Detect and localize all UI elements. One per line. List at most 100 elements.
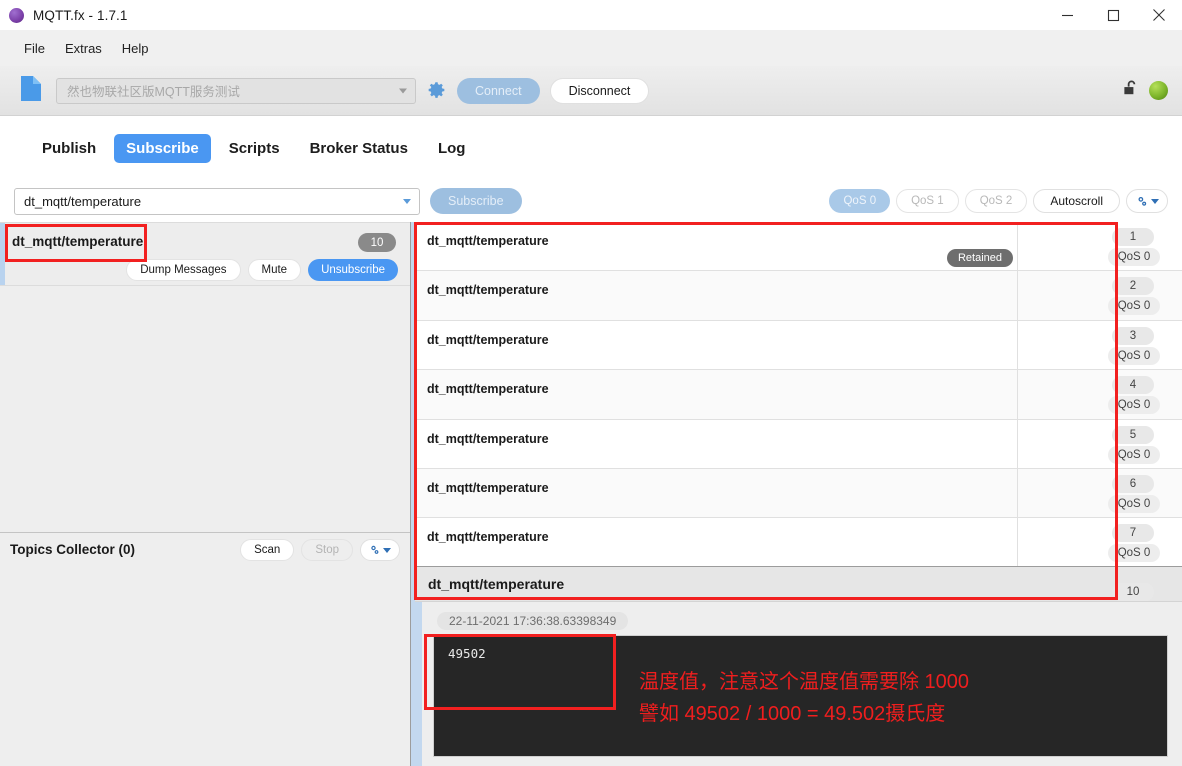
message-qos-badge: QoS 0 — [1108, 396, 1160, 415]
topics-collector-options-button[interactable] — [360, 539, 400, 561]
message-qos-badge: QoS 0 — [1108, 297, 1160, 316]
close-icon[interactable] — [1136, 0, 1182, 30]
table-row[interactable]: dt_mqtt/temperature 3 QoS 0 — [415, 320, 1182, 371]
broker-profile-value: 然也物联社区版MQTT服务测试 — [67, 85, 240, 99]
topics-collector-title: Topics Collector (0) — [10, 542, 136, 557]
message-qos-badge: QoS 0 — [1108, 544, 1160, 563]
selection-indicator — [0, 223, 5, 285]
chevron-down-icon — [1150, 198, 1159, 204]
message-qos-badge: QoS 0 — [1108, 494, 1160, 513]
gear-icon[interactable] — [427, 81, 446, 100]
message-number-badge: 4 — [1112, 376, 1154, 395]
qos-1-button[interactable]: QoS 1 — [896, 189, 959, 213]
table-row[interactable]: dt_mqtt/temperature 5 QoS 0 — [415, 419, 1182, 469]
message-meta: 7 QoS 0 — [1017, 518, 1182, 566]
mqttfx-window: MQTT.fx - 1.7.1 File Extras Help 然也物联社区版… — [0, 0, 1182, 766]
table-row[interactable]: dt_mqtt/temperature 7 QoS 0 — [415, 518, 1182, 566]
detail-scrollbar[interactable] — [415, 602, 422, 766]
message-topic: dt_mqtt/temperature — [427, 283, 549, 298]
connection-status-dot — [1149, 81, 1168, 100]
message-detail-pane: 22-11-2021 17:36:38.63398349 49502 温度值，注… — [415, 602, 1182, 766]
subscription-item[interactable]: dt_mqtt/temperature 10 Dump Messages Mut… — [0, 223, 410, 286]
connection-status-group — [1122, 79, 1168, 103]
retained-badge: Retained — [946, 249, 1013, 267]
splitter-line — [410, 222, 411, 766]
menu-item-help[interactable]: Help — [112, 38, 159, 59]
table-row[interactable]: dt_mqtt/temperature 4 QoS 0 — [415, 370, 1182, 420]
dump-messages-button[interactable]: Dump Messages — [126, 259, 241, 281]
timestamp-badge: 22-11-2021 17:36:38.63398349 — [437, 612, 629, 630]
tab-scripts[interactable]: Scripts — [217, 134, 292, 163]
title-bar: MQTT.fx - 1.7.1 — [0, 0, 1182, 30]
qos-0-button[interactable]: QoS 0 — [829, 189, 891, 213]
message-topic: dt_mqtt/temperature — [427, 382, 549, 397]
message-number-badge: 7 — [1112, 524, 1154, 543]
qos-2-button[interactable]: QoS 2 — [964, 189, 1028, 213]
selected-message-topic: dt_mqtt/temperature — [428, 576, 565, 592]
menu-bar: File Extras Help — [0, 30, 1182, 66]
message-number-badge: 2 — [1112, 277, 1154, 296]
message-qos-badge: QoS 0 — [1108, 346, 1160, 365]
message-topic: dt_mqtt/temperature — [427, 234, 549, 248]
autoscroll-button[interactable]: Autoscroll — [1033, 189, 1120, 213]
unsubscribe-button[interactable]: Unsubscribe — [308, 259, 398, 281]
payload-value: 49502 — [448, 646, 486, 661]
subscribe-toolbar: dt_mqtt/temperature Subscribe QoS 0 QoS … — [0, 180, 1182, 222]
window-title: MQTT.fx - 1.7.1 — [33, 7, 128, 23]
message-qos-badge: QoS 0 — [1108, 248, 1160, 266]
message-meta: 4 QoS 0 — [1017, 370, 1182, 419]
message-number-badge: 3 — [1112, 326, 1154, 345]
qos-controls: QoS 0 QoS 1 QoS 2 Autoscroll — [829, 189, 1168, 213]
tab-log[interactable]: Log — [426, 134, 478, 163]
table-row[interactable]: dt_mqtt/temperature Retained 1 QoS 0 — [415, 222, 1182, 272]
table-row[interactable]: dt_mqtt/temperature 2 QoS 0 — [415, 271, 1182, 321]
message-topic: dt_mqtt/temperature — [427, 480, 549, 495]
message-meta: 5 QoS 0 — [1017, 419, 1182, 468]
selected-message-row[interactable]: dt_mqtt/temperature 10 QoS 0 — [415, 566, 1182, 621]
table-row[interactable]: dt_mqtt/temperature 6 QoS 0 — [415, 468, 1182, 519]
annotation-note: 温度值，注意这个温度值需要除 1000 譬如 49502 / 1000 = 49… — [639, 671, 970, 725]
message-meta: 3 QoS 0 — [1017, 320, 1182, 370]
subscription-count-badge: 10 — [358, 233, 396, 252]
maximize-icon[interactable] — [1090, 0, 1136, 30]
subscribe-options-button[interactable] — [1126, 189, 1168, 213]
messages-list[interactable]: dt_mqtt/temperature Retained 1 QoS 0 dt_… — [415, 222, 1182, 566]
scan-button[interactable]: Scan — [240, 539, 295, 561]
payload-viewer[interactable]: 49502 温度值，注意这个温度值需要除 1000 譬如 49502 / 100… — [433, 635, 1168, 757]
tab-publish[interactable]: Publish — [30, 134, 108, 163]
connect-button[interactable]: Connect — [457, 77, 540, 104]
message-meta: 2 QoS 0 — [1017, 271, 1182, 320]
minimize-icon[interactable] — [1044, 0, 1090, 30]
chevron-down-icon — [383, 547, 391, 553]
message-topic: dt_mqtt/temperature — [427, 332, 549, 347]
message-meta: 6 QoS 0 — [1017, 468, 1182, 518]
subscriptions-panel: dt_mqtt/temperature 10 Dump Messages Mut… — [0, 222, 410, 766]
disconnect-button[interactable]: Disconnect — [549, 77, 650, 104]
message-topic: dt_mqtt/temperature — [427, 530, 549, 545]
selected-message-meta: 10 QoS 0 — [1017, 567, 1182, 621]
subscribe-button[interactable]: Subscribe — [430, 188, 522, 214]
chevron-down-icon — [399, 88, 407, 93]
broker-profile-select[interactable]: 然也物联社区版MQTT服务测试 — [56, 77, 416, 104]
selected-message-number-badge: 10 — [1112, 583, 1154, 601]
tab-broker-status[interactable]: Broker Status — [298, 134, 420, 163]
unlocked-padlock-icon[interactable] — [1122, 79, 1141, 103]
tab-subscribe[interactable]: Subscribe — [114, 134, 211, 163]
stop-button[interactable]: Stop — [301, 539, 353, 561]
chevron-down-icon — [403, 198, 411, 204]
file-icon[interactable] — [20, 75, 42, 107]
menu-item-file[interactable]: File — [14, 38, 55, 59]
mqttfx-logo-icon — [9, 7, 24, 23]
menu-item-extras[interactable]: Extras — [55, 38, 112, 59]
message-number-badge: 1 — [1112, 228, 1154, 246]
subscription-topic: dt_mqtt/temperature — [12, 234, 144, 249]
topic-dropdown-button[interactable] — [395, 189, 419, 214]
topic-input[interactable]: dt_mqtt/temperature — [14, 187, 420, 215]
subscription-actions: Dump Messages Mute Unsubscribe — [126, 259, 398, 281]
message-number-badge: 5 — [1112, 425, 1154, 444]
topic-input-value: dt_mqtt/temperature — [24, 193, 142, 209]
topics-collector-panel: Topics Collector (0) Scan Stop — [0, 532, 410, 766]
mute-button[interactable]: Mute — [247, 259, 302, 281]
message-qos-badge: QoS 0 — [1108, 445, 1160, 464]
message-meta: 1 QoS 0 — [1017, 222, 1182, 271]
